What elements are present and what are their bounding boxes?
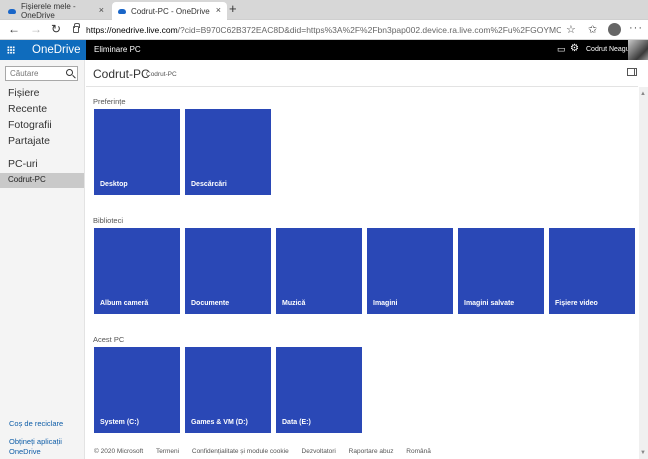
remove-pc-command[interactable]: Eliminare PC: [94, 40, 141, 60]
footer-link-developers[interactable]: Dezvoltatori: [302, 448, 336, 455]
more-options-icon[interactable]: ···: [629, 22, 643, 34]
nav-heading-pcs[interactable]: PC-uri: [8, 158, 38, 170]
nav-item-recent[interactable]: Recente: [8, 103, 47, 115]
footer-link-language[interactable]: Română: [406, 448, 431, 455]
folder-tile-saved-pictures[interactable]: Imagini salvate: [458, 228, 544, 314]
folder-tile-pictures[interactable]: Imagini: [367, 228, 453, 314]
favorites-list-icon[interactable]: ✩: [588, 23, 597, 36]
address-bar[interactable]: https://onedrive.live.com/?cid=B970C62B3…: [86, 25, 561, 35]
address-bar-row: ← → ↻ https://onedrive.live.com/?cid=B97…: [0, 20, 648, 40]
folder-tile-camera-roll[interactable]: Album cameră: [94, 228, 180, 314]
user-avatar[interactable]: [628, 40, 648, 60]
browser-tab-strip: Fișierele mele - OneDrive × Codrut-PC - …: [0, 0, 648, 20]
chat-icon[interactable]: ▭: [557, 44, 566, 55]
section-heading-favorites: Preferințe: [93, 97, 126, 106]
back-icon[interactable]: ←: [8, 22, 20, 36]
browser-profile-avatar[interactable]: [608, 23, 621, 36]
folder-tile-documents[interactable]: Documente: [185, 228, 271, 314]
scroll-down-icon[interactable]: ▼: [640, 450, 646, 456]
url-path: /?cid=B970C62B372EAC8D&did=https%3A%2F%2…: [177, 25, 561, 35]
get-apps-link[interactable]: Obțineți aplicații OneDrive: [9, 437, 79, 457]
new-tab-button[interactable]: +: [229, 1, 237, 16]
folder-tile-music[interactable]: Muzică: [276, 228, 362, 314]
favorite-star-icon[interactable]: ☆: [566, 23, 576, 36]
search-placeholder: Căutare: [10, 69, 39, 78]
tile-label: Imagini salvate: [464, 300, 515, 307]
tile-label: Imagini: [373, 300, 398, 307]
footer-link-privacy[interactable]: Confidențialitate și module cookie: [192, 448, 289, 455]
onedrive-cloud-icon: [118, 8, 126, 14]
details-pane-icon[interactable]: [627, 68, 637, 76]
page-title: Codrut-PC: [93, 67, 150, 81]
nav-item-shared[interactable]: Partajate: [8, 135, 50, 147]
drive-tile-c[interactable]: System (C:): [94, 347, 180, 433]
waffle-icon: [7, 46, 15, 54]
tile-label: Descărcări: [191, 181, 227, 188]
folder-tile-downloads[interactable]: Descărcări: [185, 109, 271, 195]
left-navigation: Căutare Fișiere Recente Fotografii Parta…: [0, 60, 85, 459]
tile-label: Games & VM (D:): [191, 419, 248, 426]
tile-label: Album cameră: [100, 300, 149, 307]
refresh-icon[interactable]: ↻: [51, 22, 61, 36]
browser-tab-codrut-pc[interactable]: Codrut-PC - OneDrive ×: [112, 2, 227, 20]
copyright-text: © 2020 Microsoft: [94, 448, 144, 455]
nav-item-files[interactable]: Fișiere: [8, 87, 40, 99]
folder-tile-videos[interactable]: Fișiere video: [549, 228, 635, 314]
app-launcher-button[interactable]: [0, 40, 22, 60]
scroll-up-icon[interactable]: ▲: [640, 91, 646, 97]
tab-label: Codrut-PC - OneDrive: [131, 6, 210, 16]
onedrive-cloud-icon: [8, 8, 16, 14]
tile-label: Desktop: [100, 181, 128, 188]
header-divider: [86, 86, 638, 87]
nav-item-codrut-pc[interactable]: Codrut-PC: [0, 173, 84, 188]
close-tab-icon[interactable]: ×: [99, 5, 104, 15]
lock-icon: [73, 23, 80, 33]
footer-link-terms[interactable]: Termeni: [156, 448, 179, 455]
browser-tab-my-files[interactable]: Fișierele mele - OneDrive ×: [2, 2, 110, 20]
tile-label: Data (E:): [282, 419, 311, 426]
tile-label: Fișiere video: [555, 300, 598, 307]
close-tab-icon[interactable]: ×: [216, 5, 221, 15]
footer-link-report-abuse[interactable]: Raportare abuz: [349, 448, 394, 455]
user-name[interactable]: Codrut Neagu: [586, 40, 630, 60]
suite-bar: OneDrive Eliminare PC ▭ ⚙ Codrut Neagu: [0, 40, 630, 60]
nav-item-label: Codrut-PC: [8, 175, 46, 184]
section-heading-libraries: Biblioteci: [93, 216, 124, 225]
gear-icon[interactable]: ⚙: [570, 43, 579, 54]
tile-label: System (C:): [100, 419, 139, 426]
forward-icon[interactable]: →: [30, 22, 42, 36]
search-input[interactable]: Căutare: [5, 66, 78, 81]
vertical-scrollbar[interactable]: [639, 87, 648, 459]
tile-label: Muzică: [282, 300, 306, 307]
section-heading-this-pc: Acest PC: [93, 335, 125, 344]
tab-label: Fișierele mele - OneDrive: [21, 2, 76, 20]
drive-tile-e[interactable]: Data (E:): [276, 347, 362, 433]
search-icon[interactable]: [66, 69, 73, 76]
nav-item-photos[interactable]: Fotografii: [8, 119, 52, 131]
page-footer: © 2020 Microsoft Termeni Confidențialita…: [94, 448, 442, 455]
drive-tile-d[interactable]: Games & VM (D:): [185, 347, 271, 433]
url-domain: https://onedrive.live.com: [86, 25, 178, 35]
recycle-bin-link[interactable]: Coș de reciclare: [9, 419, 63, 428]
tile-label: Documente: [191, 300, 230, 307]
folder-tile-desktop[interactable]: Desktop: [94, 109, 180, 195]
onedrive-brand[interactable]: OneDrive: [22, 40, 86, 60]
breadcrumb[interactable]: Codrut-PC: [146, 71, 177, 78]
